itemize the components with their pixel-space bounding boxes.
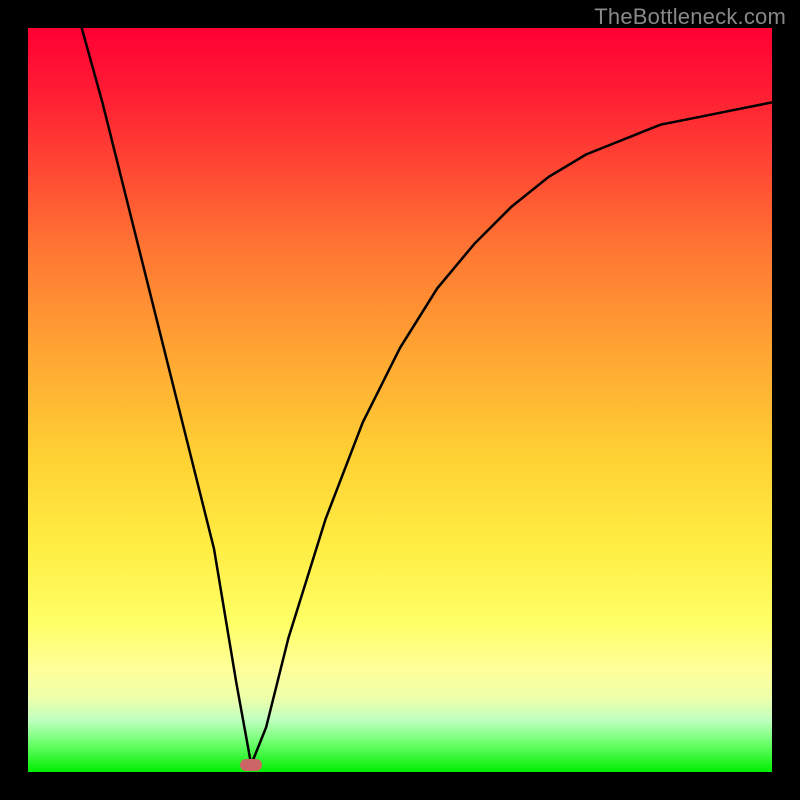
chart-frame: TheBottleneck.com [0, 0, 800, 800]
watermark-text: TheBottleneck.com [594, 4, 786, 30]
bottleneck-curve [28, 28, 772, 772]
plot-area [28, 28, 772, 772]
minimum-marker [240, 759, 262, 771]
